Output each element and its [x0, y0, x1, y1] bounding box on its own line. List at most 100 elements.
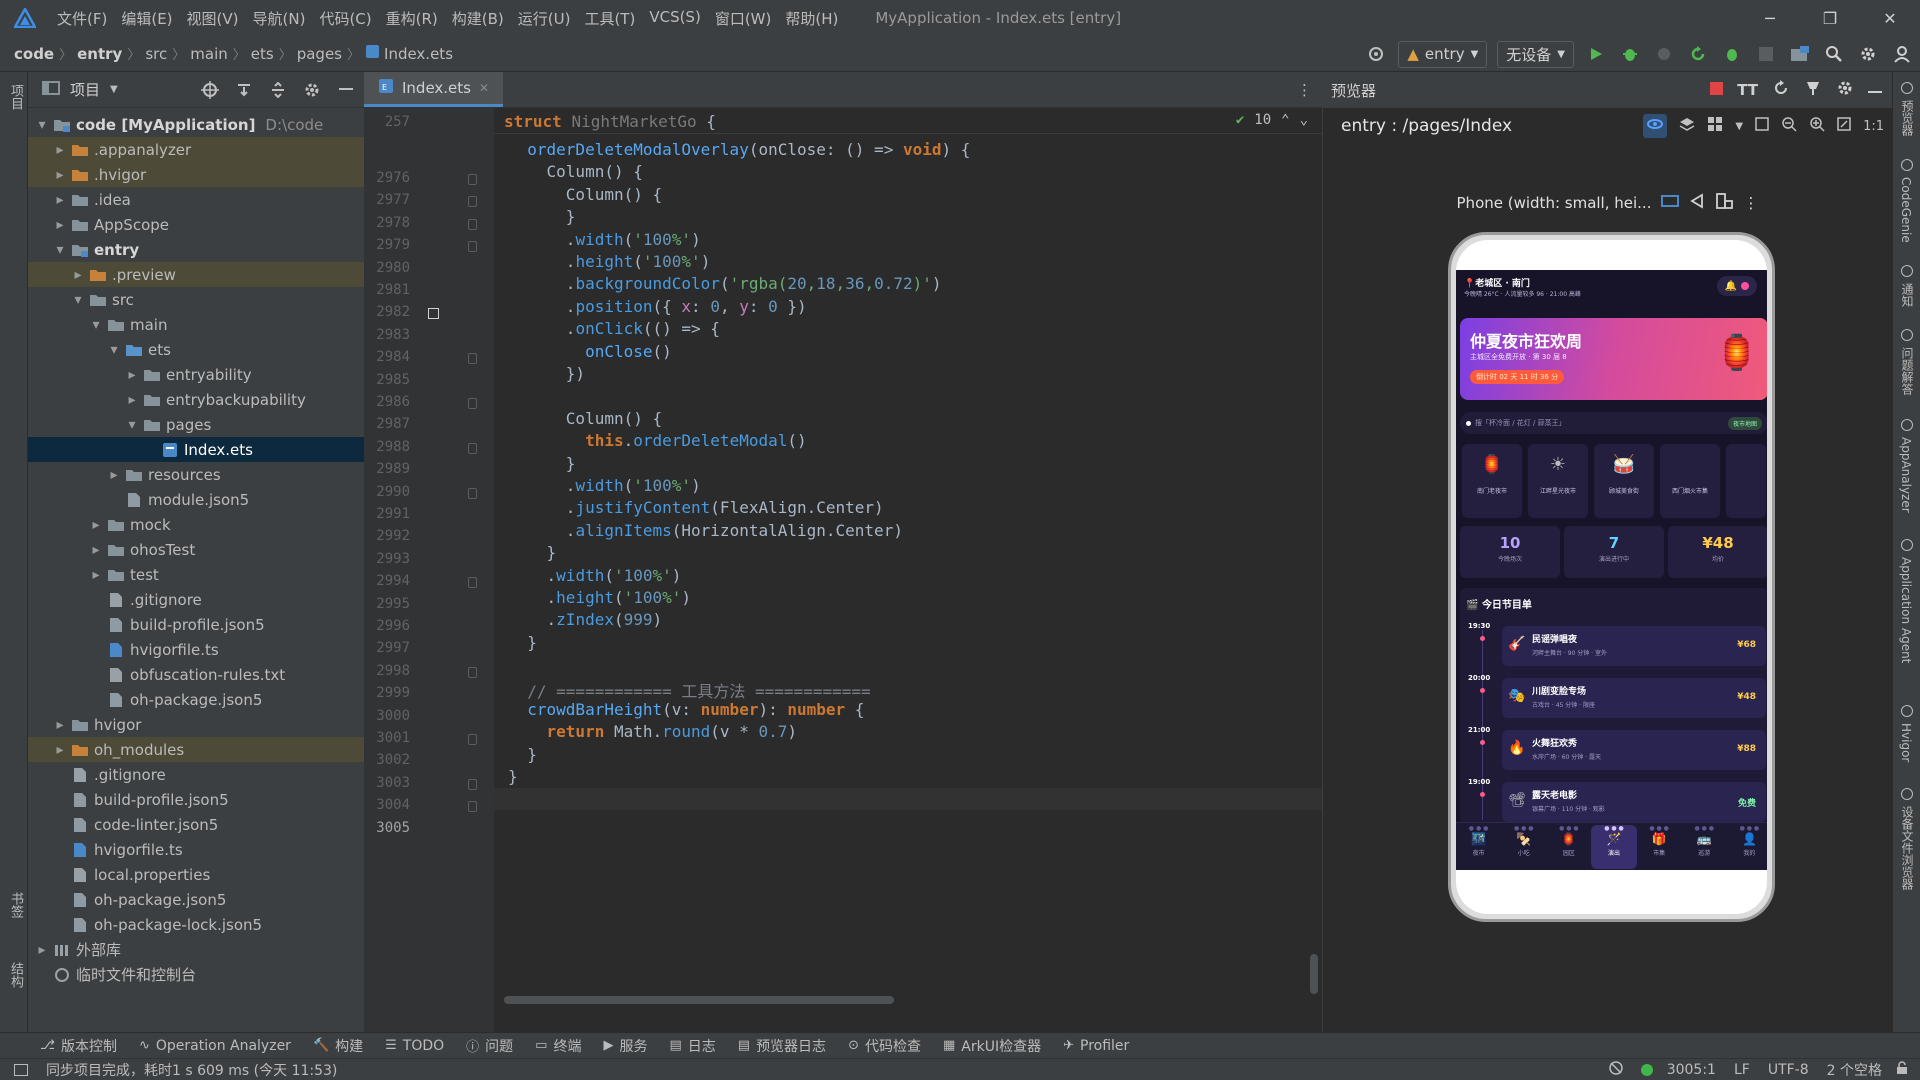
profile-icon[interactable]	[1652, 42, 1676, 66]
tree-item[interactable]: ▾ ets	[28, 337, 364, 362]
event-card[interactable]: 🔥 火舞狂欢秀 水岸广场 · 60 分钟 · 露天 ¥88	[1502, 730, 1766, 770]
close-tab-icon[interactable]: ✕	[479, 81, 489, 95]
chevron-down-icon[interactable]: ▾	[124, 417, 140, 433]
memory-indicator-icon[interactable]	[1608, 1060, 1623, 1079]
location-label[interactable]: 老城区 · 南门	[1475, 279, 1530, 289]
chevron-right-icon[interactable]: ▸	[52, 742, 68, 758]
menu-item[interactable]: 视图(V)	[180, 8, 246, 29]
chevron-right-icon[interactable]: ▸	[70, 267, 86, 283]
category-card-partial[interactable]	[1726, 444, 1766, 518]
category-card[interactable]: 西门烟火市集	[1660, 444, 1720, 518]
chevron-right-icon[interactable]: ▸	[52, 192, 68, 208]
tree-item[interactable]: ▾ main	[28, 312, 364, 337]
chevron-right-icon[interactable]: ▸	[88, 517, 104, 533]
bottom-tool-button[interactable]: 🔨 构建	[313, 1036, 363, 1056]
next-highlight-icon[interactable]: ⌄	[1300, 112, 1308, 128]
settings-icon[interactable]	[300, 78, 324, 102]
menu-item[interactable]: 构建(B)	[445, 8, 511, 29]
breadcrumb-item[interactable]: entry	[77, 45, 122, 63]
chevron-down-icon[interactable]: ▾	[106, 342, 122, 358]
editor-tab-index[interactable]: E Index.ets ✕	[364, 72, 504, 107]
tree-item[interactable]: 临时文件和控制台	[28, 962, 364, 987]
search-icon[interactable]	[1822, 42, 1846, 66]
run-icon[interactable]	[1584, 42, 1608, 66]
right-tool-button[interactable]: CodeGenie	[1893, 159, 1920, 247]
chevron-right-icon[interactable]: ▸	[88, 542, 104, 558]
breadcrumb-item[interactable]: code	[14, 45, 54, 63]
grid-icon[interactable]	[1707, 116, 1723, 137]
device-frame-icon[interactable]	[1661, 194, 1680, 212]
tree-item[interactable]: build-profile.json5	[28, 787, 364, 812]
right-tool-button[interactable]: 问题解答	[1893, 328, 1920, 401]
nav-tab[interactable]: ● ● ● 🏮 园区	[1546, 825, 1591, 869]
debug-icon[interactable]	[1618, 42, 1642, 66]
bottom-tool-button[interactable]: ✈ Profiler	[1063, 1038, 1129, 1054]
refresh-icon[interactable]	[1772, 79, 1790, 101]
tree-item[interactable]: oh-package.json5	[28, 687, 364, 712]
fold-marker-icon[interactable]	[468, 801, 477, 813]
chevron-down-icon[interactable]: ▾	[52, 242, 68, 258]
bottom-tool-button[interactable]: ▤ 日志	[669, 1036, 715, 1056]
chevron-down-icon[interactable]: ▼	[110, 84, 118, 95]
chevron-right-icon[interactable]: ▸	[52, 717, 68, 733]
chevron-right-icon[interactable]: ▸	[88, 567, 104, 583]
nav-tab[interactable]: ● ● ● 🍢 小吃	[1501, 825, 1546, 869]
event-card[interactable]: 🎸 民谣弹唱夜 河畔主舞台 · 90 分钟 · 室外 ¥68	[1502, 626, 1766, 666]
menu-item[interactable]: 工具(T)	[577, 8, 642, 29]
tree-item[interactable]: ▸ entrybackupability	[28, 387, 364, 412]
settings-icon[interactable]	[1856, 42, 1880, 66]
tree-item[interactable]: .gitignore	[28, 762, 364, 787]
maximize-button[interactable]: ❐	[1800, 0, 1860, 36]
tree-item[interactable]: ▸ .hvigor	[28, 162, 364, 187]
menu-item[interactable]: 运行(U)	[511, 8, 578, 29]
tree-item[interactable]: oh-package.json5	[28, 887, 364, 912]
bottom-tool-button[interactable]: ▦ ArkUI检查器	[943, 1036, 1041, 1056]
tree-item[interactable]: ▸ ohosTest	[28, 537, 364, 562]
caret-position[interactable]: 3005:1	[1667, 1062, 1716, 1078]
bottom-tool-button[interactable]: ▶ 服务	[603, 1036, 647, 1056]
tree-item[interactable]: code-linter.json5	[28, 812, 364, 837]
stop-preview-icon[interactable]	[1710, 81, 1724, 99]
chevron-right-icon[interactable]: ▸	[124, 367, 140, 383]
menu-item[interactable]: 帮助(H)	[778, 8, 845, 29]
stat-card[interactable]: ¥48 均价	[1668, 526, 1767, 578]
map-button[interactable]: 夜市地图	[1727, 416, 1762, 430]
server-status-icon[interactable]	[1640, 1063, 1653, 1076]
menu-item[interactable]: 代码(C)	[312, 8, 378, 29]
fold-marker-icon[interactable]	[468, 666, 477, 678]
layers-icon[interactable]	[1679, 116, 1695, 137]
status-toggle-icon[interactable]	[14, 1063, 28, 1076]
fold-marker-icon[interactable]	[468, 734, 477, 745]
tree-item[interactable]: .gitignore	[28, 587, 364, 612]
bottom-tool-button[interactable]: ▤ 预览器日志	[738, 1036, 826, 1056]
font-size-icon[interactable]: TT	[1737, 81, 1758, 99]
device-selector[interactable]: 无设备 ▼	[1497, 40, 1574, 68]
fold-marker-icon[interactable]	[468, 577, 477, 589]
expand-all-icon[interactable]	[232, 78, 256, 102]
collapse-all-icon[interactable]	[266, 78, 290, 102]
fold-marker-icon[interactable]	[468, 778, 477, 790]
more-icon[interactable]: ⋮	[1743, 194, 1758, 212]
nav-tab[interactable]: ● ● ● 🎁 市集	[1637, 825, 1682, 869]
right-tool-button[interactable]: Application Agent	[1893, 539, 1920, 687]
tree-item[interactable]: ▾ code [MyApplication] D:\code	[28, 112, 364, 137]
chevron-right-icon[interactable]: ▸	[124, 392, 140, 408]
hero-banner[interactable]: 仲夏夜市狂欢周 主城区全免费开放 · 第 30 届 8 倒计时 02 天 11 …	[1460, 318, 1767, 400]
fold-marker-icon[interactable]	[468, 353, 477, 365]
event-card[interactable]: 📽 露天老电影 银幕广场 · 110 分钟 · 观影 免费	[1502, 782, 1766, 822]
hide-panel-icon[interactable]	[334, 78, 358, 102]
bottom-tool-button[interactable]: ∿ Operation Analyzer	[139, 1038, 291, 1054]
hide-panel-icon[interactable]	[1868, 81, 1882, 99]
ratio-icon[interactable]: 1:1	[1863, 119, 1884, 134]
tree-item[interactable]: build-profile.json5	[28, 612, 364, 637]
tree-item[interactable]: Index.ets	[28, 437, 364, 462]
fold-marker-icon[interactable]	[468, 241, 477, 253]
chevron-down-icon[interactable]: ▼	[1735, 121, 1743, 132]
nav-tab[interactable]: ● ● ● 👤 我的	[1727, 825, 1767, 869]
tree-item[interactable]: ▸ test	[28, 562, 364, 587]
nav-tab[interactable]: ● ● ● 🚌 巡游	[1682, 825, 1727, 869]
fold-marker-icon[interactable]	[468, 218, 477, 230]
right-tool-button[interactable]: 通知	[1893, 264, 1920, 311]
settings-icon[interactable]	[1836, 79, 1854, 101]
fit-icon[interactable]	[1755, 116, 1769, 136]
